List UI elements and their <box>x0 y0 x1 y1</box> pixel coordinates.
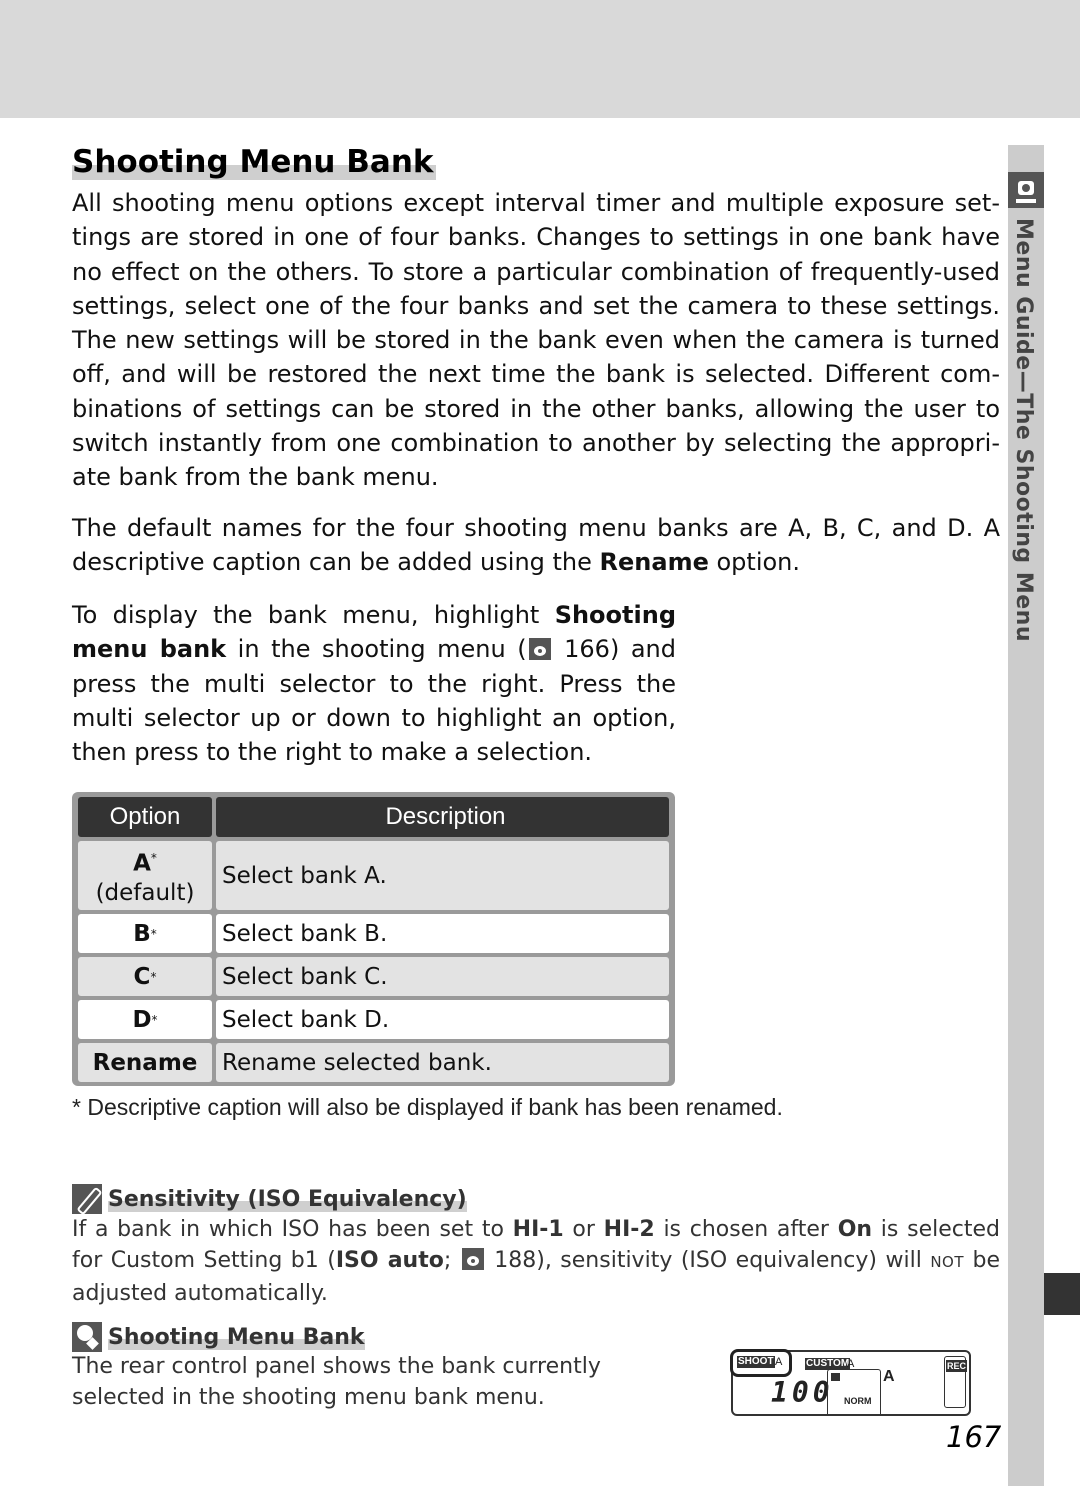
text: To display the bank menu, highlight <box>72 601 555 629</box>
page-reference-icon <box>528 638 551 661</box>
lightbulb-icon <box>72 1322 102 1352</box>
page-title: Shooting Menu Bank <box>72 142 436 182</box>
note-heading-bank: Shooting Menu Bank <box>72 1322 365 1352</box>
page-title-text: Shooting Menu Bank <box>72 144 436 180</box>
table-row: C * Select bank C. <box>78 957 669 996</box>
page-number: 167 <box>946 1420 1002 1454</box>
option-cell: B * <box>78 914 212 953</box>
intro-paragraph-1: All shooting menu options except interva… <box>72 189 1000 492</box>
rec-label: REC <box>946 1360 968 1372</box>
option-label: Rename <box>92 1049 198 1076</box>
options-table: Option Description A* (default) Select ba… <box>72 792 675 1086</box>
section-marker <box>1044 1273 1080 1315</box>
asterisk: * <box>150 969 157 984</box>
option-label: A <box>133 850 151 877</box>
description-cell: Select bank C. <box>216 957 669 996</box>
text: The default names for the four shooting … <box>72 514 1000 577</box>
camera-icon <box>1008 172 1044 208</box>
asterisk: * <box>151 1012 158 1027</box>
term: HI-1 <box>512 1217 564 1242</box>
note-heading-text: Shooting Menu Bank <box>108 1324 365 1350</box>
rename-term: Rename <box>599 548 709 577</box>
text: in the shooting menu ( <box>226 635 527 664</box>
table-footnote: * Descriptive caption will also be displ… <box>72 1094 783 1120</box>
pencil-icon <box>72 1184 102 1214</box>
note-heading-iso: Sensitivity (ISO Equivalency) <box>72 1184 467 1214</box>
description-cell: Select bank B. <box>216 914 669 953</box>
page-header-band <box>0 0 1080 118</box>
intro-paragraph-2: The default names for the four shooting … <box>72 511 1000 580</box>
header-description: Description <box>216 797 669 837</box>
term: On <box>837 1217 873 1242</box>
option-cell: C * <box>78 957 212 996</box>
asterisk: * <box>150 926 157 941</box>
shoot-indicator-highlight: SHOOT A <box>730 1349 792 1377</box>
header-option: Option <box>78 797 212 837</box>
text: option. <box>708 548 801 577</box>
note-body-bank: The rear control panel shows the bank cu… <box>72 1354 601 1410</box>
text: 188), sensitivity (ISO equivalency) will <box>485 1248 931 1273</box>
iso-readout: 100 <box>771 1376 834 1409</box>
shoot-bank: A <box>775 1356 783 1368</box>
quality-label: NORM <box>844 1396 872 1406</box>
text: is chosen after <box>654 1217 838 1242</box>
description-cell: Select bank D. <box>216 1000 669 1039</box>
table-header-row: Option Description <box>78 797 669 837</box>
table-row: A* (default) Select bank A. <box>78 841 669 910</box>
rec-indicator: REC <box>944 1356 968 1408</box>
text: ; <box>443 1248 452 1273</box>
intro-paragraph-3: To display the bank menu, highlight Shoo… <box>72 598 676 769</box>
option-label: D <box>132 1006 152 1033</box>
asterisk: * <box>150 850 157 865</box>
term: ISO auto <box>335 1248 444 1273</box>
option-cell: D * <box>78 1000 212 1039</box>
page-reference-icon <box>461 1248 484 1270</box>
text: If a bank in which ISO has been set to <box>72 1217 513 1242</box>
side-tab-label: Menu Guide—The Shooting Menu <box>1011 218 1036 642</box>
text: or <box>563 1217 604 1242</box>
description-cell: Rename selected bank. <box>216 1043 669 1082</box>
option-label: C <box>133 963 151 990</box>
description-cell: Select bank A. <box>216 841 669 910</box>
bank-letter: A <box>883 1368 895 1385</box>
table-row: B * Select bank B. <box>78 914 669 953</box>
table-row: D * Select bank D. <box>78 1000 669 1039</box>
quality-box: NORM <box>827 1369 881 1414</box>
note-body-iso: If a bank in which ISO has been set to H… <box>72 1214 1000 1309</box>
image-size-icon <box>831 1373 840 1381</box>
term: HI-2 <box>603 1217 655 1242</box>
option-cell: A* (default) <box>78 841 212 910</box>
default-label: (default) <box>95 880 195 907</box>
option-cell: Rename <box>78 1043 212 1082</box>
small-caps-not: NOT <box>930 1253 965 1271</box>
option-label: B <box>133 920 151 947</box>
control-panel-illustration: SHOOT A CUSTOM A 100 NORM A REC <box>730 1349 971 1416</box>
note-heading-text: Sensitivity (ISO Equivalency) <box>108 1186 467 1212</box>
shoot-label: SHOOT <box>737 1356 775 1368</box>
table-row: Rename Rename selected bank. <box>78 1043 669 1082</box>
